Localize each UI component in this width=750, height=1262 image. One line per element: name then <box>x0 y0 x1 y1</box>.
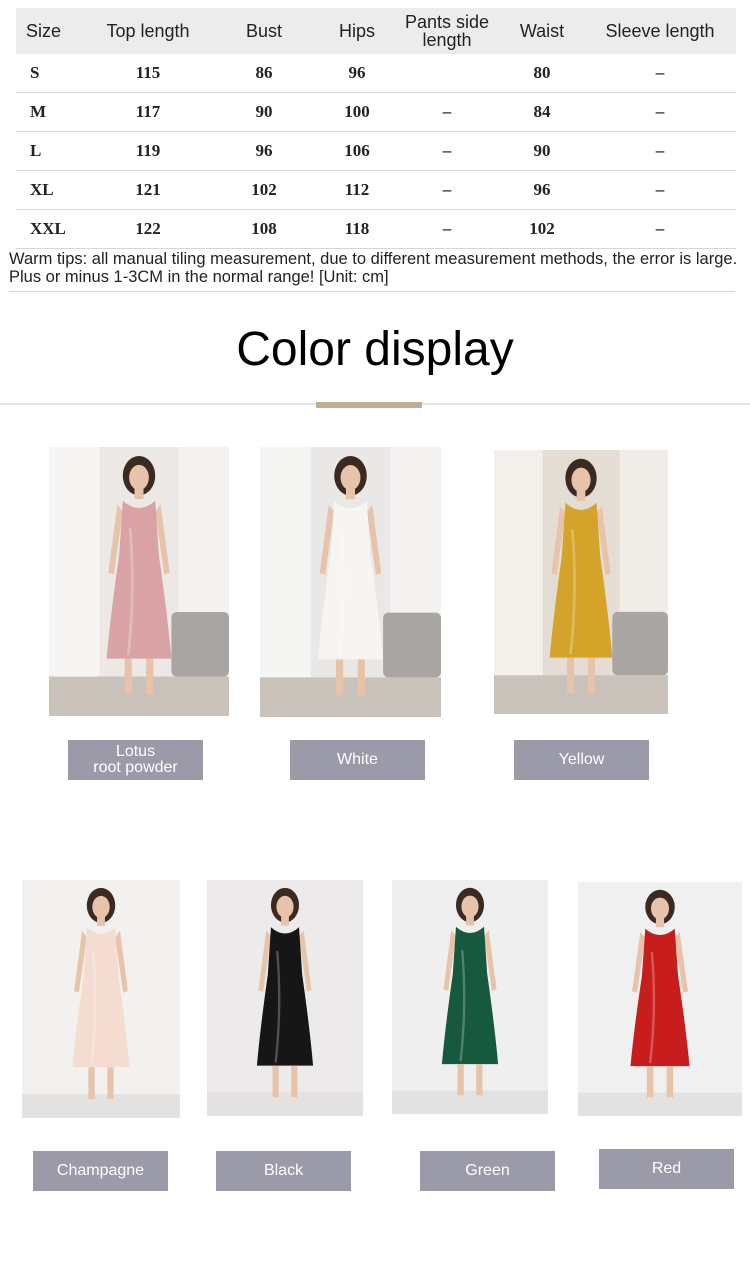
cell-sleeve-length: – <box>584 170 736 210</box>
cell-bust: 86 <box>208 54 320 93</box>
cell-waist: 84 <box>500 92 584 132</box>
header-waist: Waist <box>500 8 584 54</box>
cell-top-length: 115 <box>88 54 208 93</box>
color-label-white: White <box>290 740 425 780</box>
header-bust: Bust <box>208 8 320 54</box>
product-photo-champagne <box>22 880 180 1118</box>
cell-hips: 100 <box>320 92 394 132</box>
color-label-yellow: Yellow <box>514 740 649 780</box>
cell-top-length: 121 <box>88 170 208 210</box>
header-top-length: Top length <box>88 8 208 54</box>
section-title: Color display <box>236 323 514 376</box>
product-photo-lotus-root-powder <box>49 447 229 716</box>
table-row: XL 121 102 112 – 96 – <box>16 170 736 210</box>
header-sleeve-length: Sleeve length <box>584 8 736 54</box>
warm-tips-text: Warm tips: all manual tiling measurement… <box>9 250 738 286</box>
color-label-line: Lotus <box>115 743 156 760</box>
cell-waist: 96 <box>500 170 584 210</box>
table-row: XXL 122 108 118 – 102 – <box>16 209 736 249</box>
cell-hips: 96 <box>320 54 394 93</box>
table-row: L 119 96 106 – 90 – <box>16 131 736 171</box>
cell-top-length: 122 <box>88 209 208 249</box>
cell-bust: 96 <box>208 131 320 171</box>
color-label-red: Red <box>599 1149 734 1189</box>
cell-top-length: 117 <box>88 92 208 132</box>
cell-waist: 102 <box>500 209 584 249</box>
cell-waist: 90 <box>500 131 584 171</box>
color-label-green: Green <box>420 1151 555 1191</box>
header-pants-side-length: Pants side length <box>394 8 500 54</box>
section-divider-accent <box>316 402 422 408</box>
cell-bust: 102 <box>208 170 320 210</box>
cell-size: XXL <box>16 209 88 249</box>
cell-hips: 112 <box>320 170 394 210</box>
cell-hips: 118 <box>320 209 394 249</box>
cell-pants-side-length: – <box>394 209 500 249</box>
cell-pants-side-length: – <box>394 170 500 210</box>
product-photo-black <box>207 880 363 1116</box>
cell-size: L <box>16 131 88 171</box>
header-hips: Hips <box>320 8 394 54</box>
cell-size: M <box>16 92 88 132</box>
product-photo-white <box>260 447 441 717</box>
cell-sleeve-length: – <box>584 92 736 132</box>
cell-waist: 80 <box>500 54 584 93</box>
size-chart-table: Size Top length Bust Hips Pants side len… <box>16 8 736 249</box>
cell-bust: 90 <box>208 92 320 132</box>
cell-hips: 106 <box>320 131 394 171</box>
color-label-line: root powder <box>93 759 178 776</box>
cell-bust: 108 <box>208 209 320 249</box>
header-size: Size <box>16 8 88 54</box>
cell-size: XL <box>16 170 88 210</box>
product-photo-yellow <box>494 450 668 714</box>
product-photo-red <box>578 882 742 1116</box>
tips-divider <box>9 291 735 292</box>
cell-sleeve-length: – <box>584 209 736 249</box>
table-row: M 117 90 100 – 84 – <box>16 92 736 132</box>
color-label-champagne: Champagne <box>33 1151 168 1191</box>
table-header-row: Size Top length Bust Hips Pants side len… <box>16 8 736 54</box>
color-label-lotus-root-powder: Lotus root powder <box>68 740 203 780</box>
cell-top-length: 119 <box>88 131 208 171</box>
cell-pants-side-length: – <box>394 131 500 171</box>
table-row: S 115 86 96 80 – <box>16 54 736 93</box>
color-label-black: Black <box>216 1151 351 1191</box>
cell-pants-side-length <box>394 54 500 93</box>
cell-size: S <box>16 54 88 93</box>
cell-pants-side-length: – <box>394 92 500 132</box>
product-photo-green <box>392 880 548 1114</box>
cell-sleeve-length: – <box>584 131 736 171</box>
cell-sleeve-length: – <box>584 54 736 93</box>
